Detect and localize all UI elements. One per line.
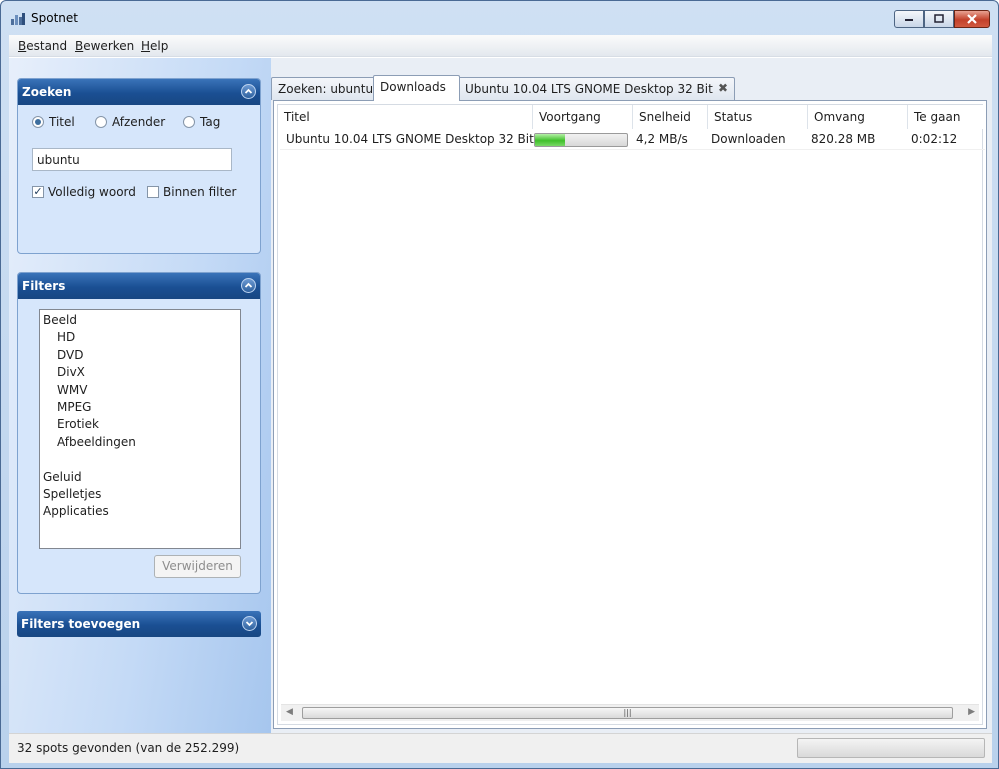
- main-window: Spotnet Bestand Bewerken Help Zoeken Tit…: [0, 0, 999, 769]
- status-text: 32 spots gevonden (van de 252.299): [17, 741, 240, 755]
- cell-te-gaan: 0:02:12: [911, 132, 958, 146]
- spotnet-app-icon: [11, 13, 25, 25]
- add-filters-panel-title: Filters toevoegen: [21, 617, 141, 631]
- radio-tag[interactable]: Tag: [183, 115, 220, 129]
- remove-filter-button[interactable]: Verwijderen: [154, 555, 241, 578]
- add-filters-panel: Filters toevoegen: [17, 611, 261, 637]
- minimize-button[interactable]: [894, 10, 924, 28]
- filter-item-applicaties[interactable]: Applicaties: [43, 504, 240, 521]
- search-panel-header[interactable]: Zoeken: [18, 79, 260, 105]
- column-header-titel[interactable]: Titel: [278, 105, 533, 129]
- column-header-voortgang[interactable]: Voortgang: [533, 105, 633, 129]
- filter-item-mpeg[interactable]: MPEG: [43, 400, 240, 417]
- menu-bewerken[interactable]: Bewerken: [75, 39, 134, 53]
- column-header-te-gaan[interactable]: Te gaan: [908, 105, 984, 129]
- search-panel-title: Zoeken: [22, 85, 72, 99]
- downloads-grid: Titel Voortgang Snelheid Status Omvang T…: [273, 100, 987, 729]
- status-progress-bar: [797, 738, 985, 758]
- scroll-left-icon[interactable]: ◀: [286, 707, 293, 717]
- checkbox-volledig-woord-box: ✓: [32, 185, 44, 198]
- column-header-snelheid[interactable]: Snelheid: [633, 105, 708, 129]
- filter-item-dvd[interactable]: DVD: [43, 348, 240, 365]
- add-filters-panel-header[interactable]: Filters toevoegen: [17, 611, 261, 637]
- restore-icon: [934, 14, 944, 23]
- tab-ubuntu-spot[interactable]: Ubuntu 10.04 LTS GNOME Desktop 32 Bit ✖: [458, 77, 735, 100]
- filter-item-beeld[interactable]: Beeld: [43, 313, 240, 330]
- menu-bar: Bestand Bewerken Help: [9, 35, 992, 57]
- tab-zoeken-ubuntu[interactable]: Zoeken: ubuntu: [271, 77, 375, 100]
- filter-item-spacer: [43, 452, 240, 469]
- cell-snelheid: 4,2 MB/s: [636, 132, 688, 146]
- horizontal-scrollbar[interactable]: ◀ ||| ▶: [281, 704, 979, 721]
- menu-help[interactable]: Help: [141, 39, 168, 53]
- filter-item-afbeeldingen[interactable]: Afbeeldingen: [43, 435, 240, 452]
- window-title: Spotnet: [31, 11, 78, 25]
- collapse-up-icon[interactable]: [241, 84, 256, 99]
- filters-panel-title: Filters: [22, 279, 66, 293]
- filter-item-geluid[interactable]: Geluid: [43, 470, 240, 487]
- radio-titel[interactable]: Titel: [32, 115, 75, 129]
- filter-item-wmv[interactable]: WMV: [43, 383, 240, 400]
- download-progress-bar: [534, 133, 628, 147]
- filter-item-spelletjes[interactable]: Spelletjes: [43, 487, 240, 504]
- expand-down-icon[interactable]: [242, 616, 257, 631]
- search-input[interactable]: [32, 148, 232, 171]
- close-icon: [967, 14, 977, 24]
- close-tab-icon[interactable]: ✖: [718, 81, 728, 95]
- checkbox-binnen-filter-box: [147, 186, 159, 198]
- radio-tag-indicator: [183, 116, 195, 128]
- filter-item-divx[interactable]: DivX: [43, 365, 240, 382]
- scroll-right-icon[interactable]: ▶: [968, 707, 975, 717]
- column-header-status[interactable]: Status: [708, 105, 808, 129]
- filter-list[interactable]: Beeld HD DVD DivX WMV MPEG Erotiek Afbee…: [39, 309, 241, 549]
- cell-titel: Ubuntu 10.04 LTS GNOME Desktop 32 Bit: [286, 132, 534, 146]
- tab-downloads[interactable]: Downloads: [373, 75, 460, 101]
- cell-omvang: 820.28 MB: [811, 132, 876, 146]
- close-window-button[interactable]: [954, 10, 990, 28]
- maximize-button[interactable]: [924, 10, 954, 28]
- radio-afzender-indicator: [95, 116, 107, 128]
- cell-status: Downloaden: [711, 132, 786, 146]
- download-progress-fill: [535, 134, 566, 146]
- filters-panel-header[interactable]: Filters: [18, 273, 260, 299]
- search-panel: Zoeken Titel Afzender Tag ubuntu ✓ Volle…: [17, 78, 261, 254]
- status-bar: 32 spots gevonden (van de 252.299): [9, 733, 992, 763]
- filter-item-hd[interactable]: HD: [43, 330, 240, 347]
- radio-titel-indicator: [32, 116, 44, 128]
- menu-bestand[interactable]: Bestand: [18, 39, 67, 53]
- checkbox-volledig-woord[interactable]: ✓ Volledig woord: [32, 185, 136, 199]
- title-bar: Spotnet: [1, 1, 998, 35]
- checkbox-binnen-filter[interactable]: Binnen filter: [147, 185, 237, 199]
- scrollbar-thumb[interactable]: |||: [302, 707, 953, 719]
- radio-afzender[interactable]: Afzender: [95, 115, 165, 129]
- filters-panel: Filters Beeld HD DVD DivX WMV MPEG Eroti…: [17, 272, 261, 594]
- column-header-omvang[interactable]: Omvang: [808, 105, 908, 129]
- minimize-icon: [905, 19, 913, 21]
- downloads-table: Titel Voortgang Snelheid Status Omvang T…: [277, 104, 985, 725]
- collapse-up-icon[interactable]: [241, 278, 256, 293]
- filter-item-erotiek[interactable]: Erotiek: [43, 417, 240, 434]
- sidebar: Zoeken Titel Afzender Tag ubuntu ✓ Volle…: [9, 58, 271, 733]
